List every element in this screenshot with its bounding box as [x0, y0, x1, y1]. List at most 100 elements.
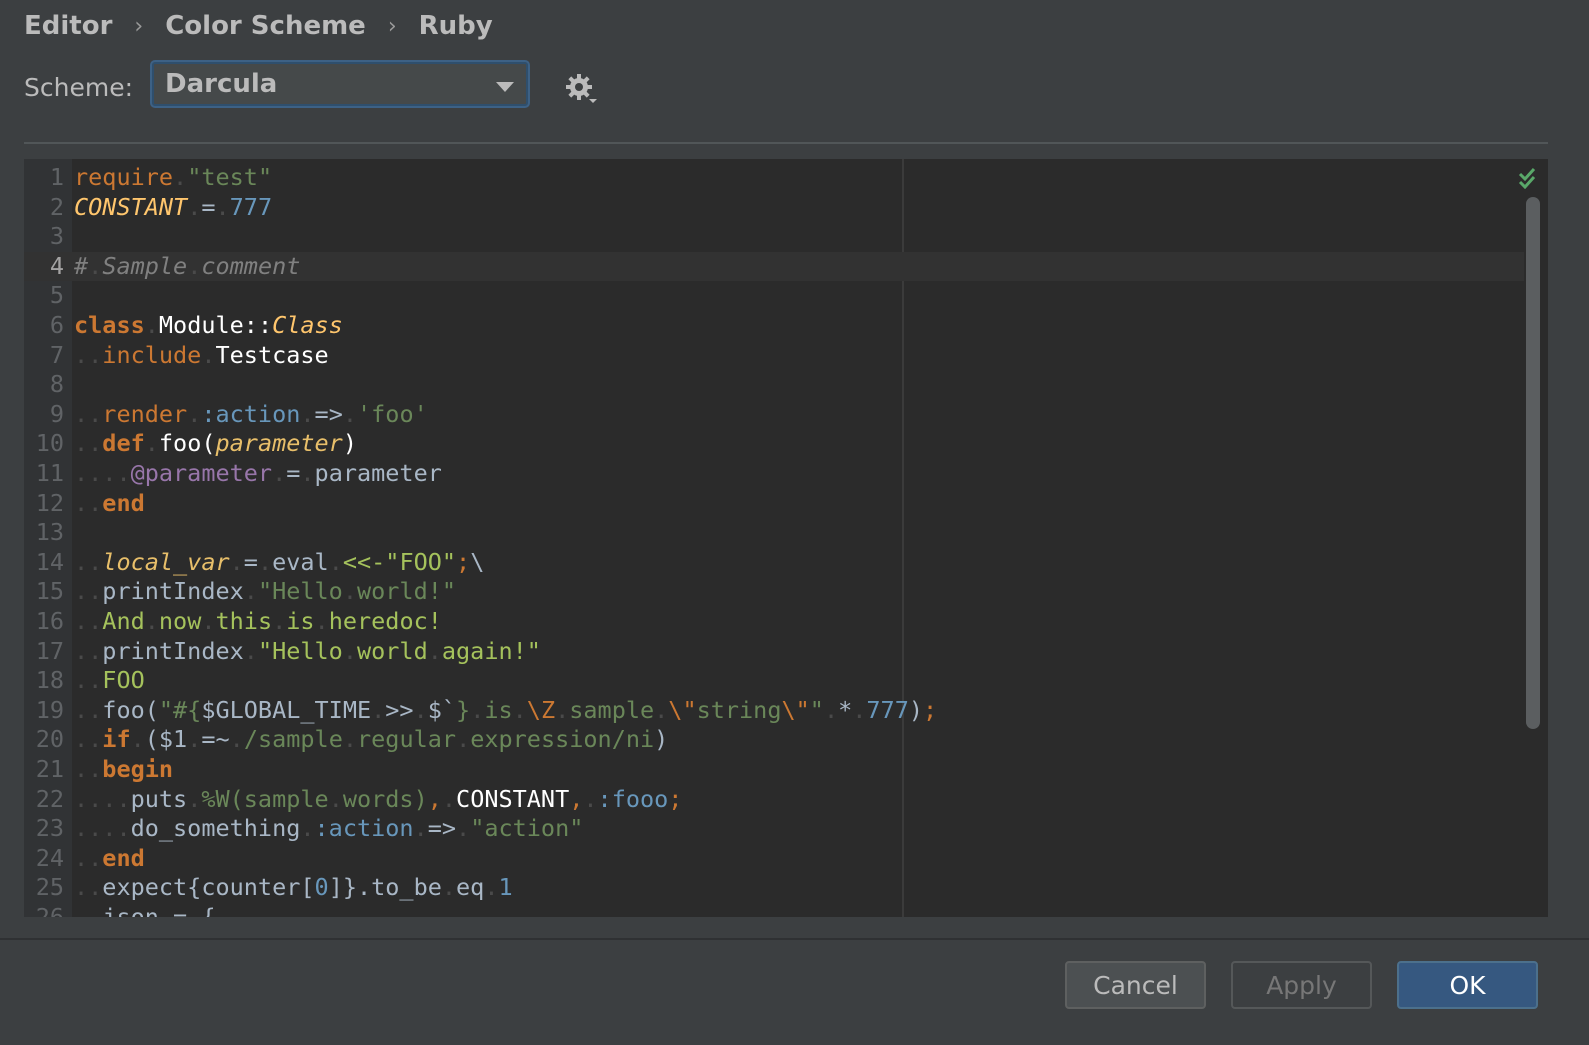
line-number: 13 [35, 518, 64, 547]
code-line[interactable]: 22 ....puts.%W(sample.words),.CONSTANT,.:… [24, 785, 1524, 815]
code-line[interactable]: 17 ..printIndex."Hello.world.again!" [24, 637, 1524, 667]
code-token: . [130, 725, 145, 754]
code-line[interactable]: 19 ..foo("#{$GLOBAL_TIME.>>.$`}.is.\Z.sam… [24, 696, 1524, 726]
code-token: . [555, 695, 570, 724]
code-line[interactable]: 6 class.Module::Class [24, 311, 1524, 341]
code-token: And [102, 607, 145, 635]
code-token: .. [74, 755, 103, 783]
code-token: again!" [441, 636, 541, 665]
code-token: >> [385, 695, 414, 724]
code-token: 777 [866, 695, 909, 724]
code-token: . [272, 459, 287, 487]
apply-button[interactable]: Apply [1231, 961, 1372, 1009]
code-line[interactable]: 4 #.Sample.comment [24, 251, 1524, 282]
code-token: . [342, 399, 357, 428]
code-token: .. [74, 399, 103, 428]
code-line[interactable]: 26 ..json.=.{ [24, 903, 1524, 917]
code-token: . [484, 873, 499, 902]
code-token: string [696, 695, 782, 724]
code-token: end [102, 488, 145, 517]
code-token: . [300, 459, 315, 487]
code-token: . [187, 784, 202, 813]
line-number: 16 [35, 607, 64, 635]
code-line[interactable]: 18 ..FOO [24, 666, 1524, 696]
code-line[interactable]: 15 ..printIndex."Hello.world!" [24, 577, 1524, 607]
code-line[interactable]: 2 CONSTANT.=.777 [24, 193, 1524, 223]
code-token: .. [74, 695, 103, 724]
code-token: 777 [229, 192, 273, 221]
breadcrumb-ruby: Ruby [418, 11, 493, 41]
code-line[interactable]: 9 ..render.:action.=>.'foo' [24, 400, 1524, 430]
inspection-ok-icon[interactable] [1518, 165, 1542, 189]
code-token: # [74, 251, 89, 280]
code-line[interactable]: 20 ..if.($1.=~./sample.regular.expression… [24, 725, 1524, 755]
breadcrumb-separator: › [387, 13, 397, 39]
ok-button[interactable]: OK [1397, 961, 1538, 1009]
code-token: "Hello [257, 636, 343, 665]
code-token: .. [74, 903, 103, 917]
divider [24, 142, 1548, 144]
code-token: . [371, 695, 386, 724]
code-line[interactable]: 14 ..local_var.=.eval.<<-"FOO";\ [24, 548, 1524, 578]
code-token: . [300, 399, 315, 428]
vertical-scrollbar[interactable] [1526, 197, 1540, 729]
code-token: def [102, 429, 145, 458]
code-token: heredoc! [328, 607, 442, 635]
code-token: require [74, 163, 174, 191]
breadcrumb-color-scheme[interactable]: Color Scheme [165, 11, 366, 41]
code-token: foo( [102, 695, 159, 724]
code-token: .... [74, 814, 131, 843]
code-line[interactable]: 13 [24, 518, 1524, 548]
code-token: } [456, 695, 471, 724]
code-token: world [356, 636, 428, 665]
code-token: ; [923, 695, 938, 724]
code-token: CONSTANT [74, 192, 188, 221]
code-token: is [286, 607, 315, 635]
scheme-row: Scheme: Darcula [24, 60, 597, 114]
code-line[interactable]: 3 [24, 222, 1524, 252]
code-token: :action [314, 814, 414, 843]
gear-icon[interactable] [564, 72, 598, 106]
code-token: .. [74, 873, 103, 902]
code-token: .. [74, 725, 103, 754]
code-token: expression/ni [470, 725, 655, 754]
code-line[interactable]: 24 ..end [24, 844, 1524, 874]
code-token: Class [272, 311, 343, 339]
code-line[interactable]: 21 ..begin [24, 755, 1524, 785]
line-number: 14 [35, 547, 64, 576]
code-token: .. [74, 577, 103, 606]
code-token: \ [470, 547, 485, 576]
code-token: . [413, 814, 428, 843]
code-token: eval [272, 547, 329, 576]
code-token: FOO [102, 666, 145, 695]
line-number: 23 [35, 814, 64, 843]
line-number: 21 [35, 755, 64, 783]
code-token: { [201, 903, 216, 917]
line-number: 18 [35, 666, 64, 695]
code-token: .. [74, 488, 103, 517]
scheme-dropdown[interactable]: Darcula [150, 60, 530, 108]
code-token: printIndex [102, 636, 244, 665]
breadcrumb-editor[interactable]: Editor [24, 11, 112, 41]
code-line[interactable]: 25 ..expect{counter[0]}.to_be.eq.1 [24, 873, 1524, 903]
cancel-button[interactable]: Cancel [1065, 961, 1206, 1009]
code-line[interactable]: 5 [24, 281, 1524, 311]
code-line[interactable]: 16 ..And.now.this.is.heredoc! [24, 607, 1524, 637]
code-line[interactable]: 8 [24, 370, 1524, 400]
code-token: .. [74, 666, 103, 695]
code-token: . [187, 251, 202, 280]
code-token: 'foo' [357, 399, 428, 428]
line-number: 4 [49, 251, 64, 280]
chevron-down-icon [496, 82, 514, 92]
line-number: 22 [35, 784, 64, 813]
code-token: \" [781, 695, 810, 724]
code-token: = [243, 547, 258, 576]
code-preview-editor[interactable]: 1 require."test" 2 CONSTANT.=.777 3 4 #.Sample… [24, 159, 1548, 917]
code-line[interactable]: 10 ..def.foo(parameter) [24, 429, 1524, 459]
code-line[interactable]: 11 ....@parameter.=.parameter [24, 459, 1524, 489]
code-line[interactable]: 23 ....do_something.:action.=>."action" [24, 814, 1524, 844]
code-token: . [654, 695, 669, 724]
code-line[interactable]: 1 require."test" [24, 163, 1524, 193]
code-line[interactable]: 7 ..include.Testcase [24, 341, 1524, 371]
code-line[interactable]: 12 ..end [24, 489, 1524, 519]
